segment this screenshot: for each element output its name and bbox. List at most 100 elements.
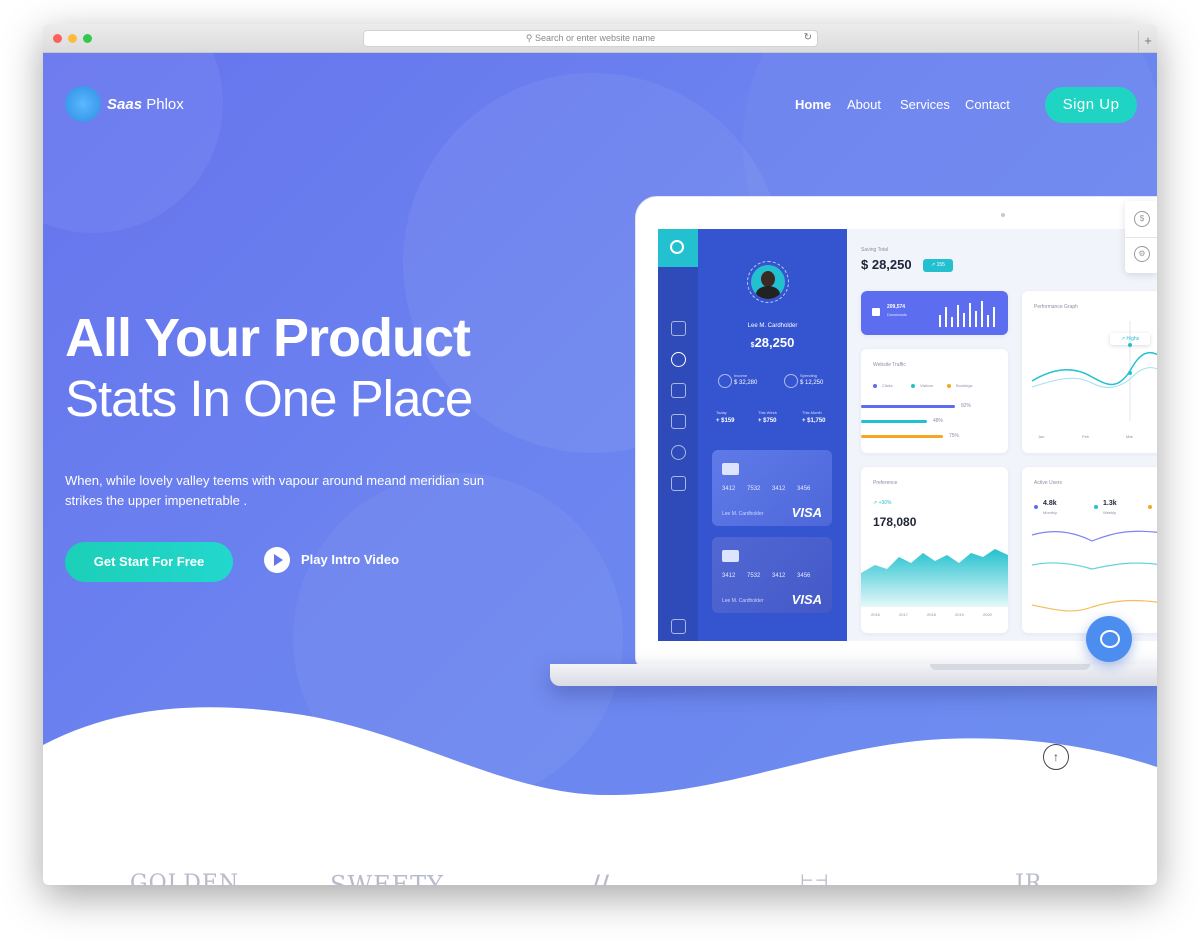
- nav-contact[interactable]: Contact: [965, 97, 1010, 112]
- income-value: $ 32,280: [734, 380, 758, 386]
- earnings-tick: 2019: [955, 612, 964, 617]
- active-stat-value: 4.8k: [1043, 500, 1057, 507]
- stat-label: This Month: [802, 410, 822, 415]
- stat-value: + $1,750: [802, 418, 826, 424]
- card-holder: Lee M. Cardholder: [722, 511, 764, 517]
- visa-logo: VISA: [791, 592, 822, 607]
- earnings-value: 178,080: [873, 515, 917, 529]
- maximize-window-button[interactable]: [83, 34, 92, 43]
- side-widget: $ ⚙: [1125, 201, 1157, 273]
- hero-title-line2: Stats In One Place: [65, 370, 473, 427]
- credit-card[interactable]: 3412 7532 3412 3456 Lee M. Cardholder VI…: [712, 450, 832, 526]
- performance-chart: [1032, 321, 1157, 421]
- logo-text: Saas Phlox: [107, 96, 184, 113]
- download-bar: [957, 305, 959, 327]
- earnings-tick: 2020: [983, 612, 992, 617]
- stat-value: + $750: [758, 418, 777, 424]
- download-bar: [951, 317, 953, 327]
- performance-tick: Feb: [1082, 434, 1089, 439]
- brand-logo-sweety: SWEETY: [330, 871, 444, 885]
- dollar-icon[interactable]: $: [1134, 211, 1150, 227]
- card-holder: Lee M. Cardholder: [722, 598, 764, 604]
- legend-label: Visitors: [920, 383, 934, 388]
- dashboard-screen: Lee M. Cardholder $28,250 Income $ 32,28…: [658, 229, 1157, 641]
- profile-icon[interactable]: [671, 321, 686, 336]
- hero-title-line1: All Your Product: [65, 308, 471, 368]
- user-icon[interactable]: [671, 414, 686, 429]
- download-bar: [963, 313, 965, 327]
- new-tab-button[interactable]: +: [1138, 31, 1157, 51]
- downloads-bars: [939, 301, 995, 327]
- legend-dot: [873, 384, 877, 388]
- download-bar: [945, 307, 947, 327]
- active-stat-label: Monthly: [1043, 510, 1058, 515]
- browser-window: ⚲ Search or enter website name ↻ + Saas …: [43, 24, 1157, 885]
- earnings-area-chart: [861, 549, 1008, 607]
- brand-logo-bracket: ⊢⊣: [800, 871, 830, 885]
- legend-dot: [1148, 505, 1152, 509]
- dashboard-icon[interactable]: [671, 352, 686, 367]
- play-intro-video-link[interactable]: Play Intro Video: [301, 552, 399, 567]
- traffic-title: Website Traffic: [873, 362, 906, 368]
- saving-value: $ 28,250: [861, 257, 912, 272]
- logo-mark-icon: [65, 86, 101, 122]
- address-bar[interactable]: ⚲ Search or enter website name ↻: [363, 30, 818, 47]
- legend-dot: [1094, 505, 1098, 509]
- download-icon: [872, 308, 880, 316]
- hero-section: Saas Phlox Home About Services Contact S…: [43, 53, 1157, 885]
- bg-decoration: [43, 53, 223, 233]
- download-bar: [993, 307, 995, 327]
- traffic-bar: [861, 405, 955, 408]
- minimize-window-button[interactable]: [68, 34, 77, 43]
- traffic-bar: [861, 435, 943, 438]
- earnings-title: Preference: [873, 480, 898, 486]
- earnings-tick: 2018: [927, 612, 936, 617]
- card-chip-icon: [722, 463, 739, 475]
- download-bar: [975, 311, 977, 327]
- nav-home[interactable]: Home: [795, 97, 831, 112]
- stat-label: This Week: [758, 410, 777, 415]
- address-placeholder: ⚲ Search or enter website name: [525, 33, 656, 43]
- legend-dot: [911, 384, 915, 388]
- dashboard-icon-rail: [658, 229, 698, 641]
- traffic-value: 75%: [949, 433, 960, 439]
- nav-services[interactable]: Services: [900, 97, 950, 112]
- link-icon[interactable]: [671, 445, 686, 460]
- sign-up-button[interactable]: Sign Up: [1045, 87, 1137, 123]
- credit-card[interactable]: 3412 7532 3412 3456 Lee M. Cardholder VI…: [712, 537, 832, 613]
- download-bar: [987, 315, 989, 327]
- traffic-bar: [861, 420, 927, 423]
- logout-icon[interactable]: [671, 619, 686, 634]
- earnings-panel: Preference ↗ +30% 178,080 2016 2017 2018…: [861, 467, 1008, 633]
- user-name: Lee M. Cardholder: [747, 323, 798, 329]
- performance-tick: Mar: [1126, 434, 1133, 439]
- saving-label: Saving Total: [861, 247, 889, 253]
- legend-label: Clicks: [882, 383, 893, 388]
- logo[interactable]: Saas Phlox: [65, 86, 185, 124]
- brand-logo-slash: //: [592, 871, 611, 885]
- earnings-tick: 2017: [899, 612, 908, 617]
- earnings-tick: 2016: [871, 612, 880, 617]
- performance-panel: Performance Graph ↗ Highs Jan Feb Mar: [1022, 291, 1157, 453]
- brand-logo-golden: GOLDEN: [130, 871, 240, 885]
- dashboard-logo-icon: [658, 229, 698, 267]
- nav-about[interactable]: About: [847, 97, 881, 112]
- download-bar: [969, 303, 971, 327]
- scroll-top-button[interactable]: ↑: [1043, 744, 1069, 770]
- gear-icon[interactable]: ⚙: [1134, 246, 1150, 262]
- card-number: 3412 7532 3412 3456: [722, 573, 811, 579]
- brand-logo-jr: JR: [1015, 871, 1043, 885]
- stat-label: Today: [716, 410, 727, 415]
- reload-icon[interactable]: ↻: [804, 32, 812, 43]
- active-users-title: Active Users: [1034, 480, 1063, 486]
- get-started-button[interactable]: Get Start For Free: [65, 542, 233, 582]
- browser-titlebar: ⚲ Search or enter website name ↻ +: [43, 24, 1157, 53]
- settings-icon[interactable]: [671, 383, 686, 398]
- download-bar: [939, 315, 941, 327]
- close-window-button[interactable]: [53, 34, 62, 43]
- hero-wave: [43, 707, 1157, 885]
- spending-icon: [784, 374, 798, 388]
- legend-label: Bookings: [956, 383, 973, 388]
- mail-icon[interactable]: [671, 476, 686, 491]
- play-icon[interactable]: [264, 547, 290, 573]
